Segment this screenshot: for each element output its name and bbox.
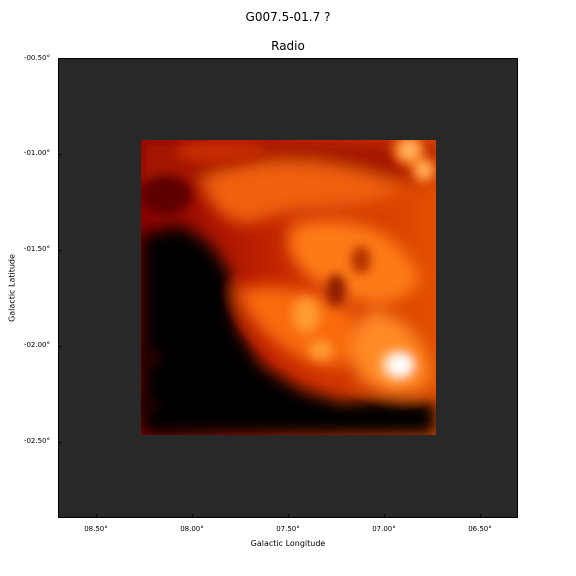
xtick-mark-3 bbox=[288, 514, 289, 518]
xtick-mark-1 bbox=[96, 514, 97, 518]
xtick-label-1: 08.50° bbox=[84, 525, 108, 533]
ytick-mark-3 bbox=[58, 250, 62, 251]
xtick-mark-4 bbox=[384, 514, 385, 518]
ytick-label-2: -01.00° bbox=[23, 149, 50, 157]
radio-map-image bbox=[141, 140, 436, 435]
ytick-label-4: -02.00° bbox=[23, 341, 50, 349]
xtick-label-5: 06.50° bbox=[468, 525, 492, 533]
ytick-label-1: -00.50° bbox=[23, 54, 50, 62]
xtick-label-3: 07.50° bbox=[276, 525, 300, 533]
panel-title: Radio bbox=[271, 39, 305, 53]
figure-title: G007.5-01.7 ? bbox=[245, 10, 331, 24]
ytick-mark-5 bbox=[58, 442, 62, 443]
xtick-mark-5 bbox=[480, 514, 481, 518]
ytick-mark-2 bbox=[58, 154, 62, 155]
ytick-mark-4 bbox=[58, 346, 62, 347]
ytick-label-5: -02.50° bbox=[23, 437, 50, 445]
x-axis-label: Galactic Longitude bbox=[250, 539, 326, 548]
xtick-mark-2 bbox=[192, 514, 193, 518]
ytick-label-3: -01.50° bbox=[23, 245, 50, 253]
ytick-mark-1 bbox=[58, 58, 62, 59]
xtick-label-4: 07.00° bbox=[372, 525, 396, 533]
xtick-label-2: 08.00° bbox=[180, 525, 204, 533]
y-axis-label: Galactic Latitude bbox=[7, 254, 17, 322]
